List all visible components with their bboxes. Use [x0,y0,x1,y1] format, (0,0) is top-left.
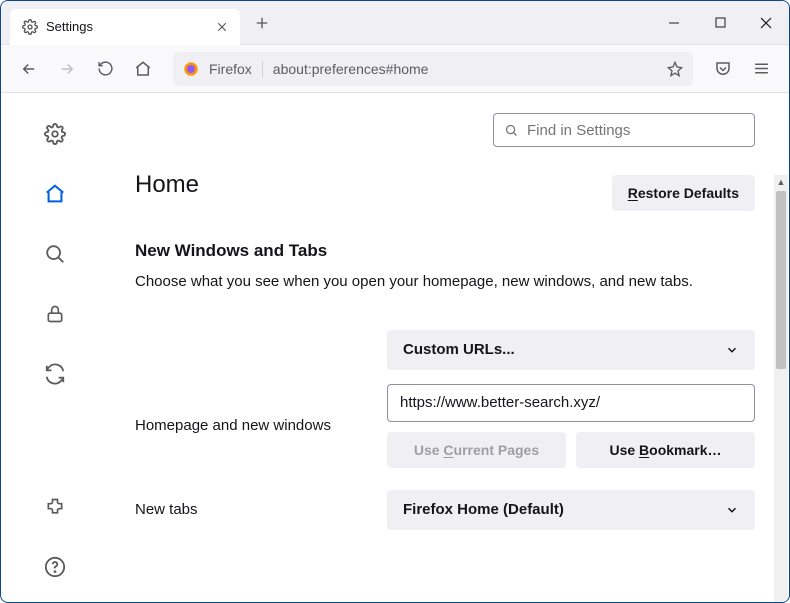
settings-search-input[interactable] [527,122,744,139]
use-bookmark-button[interactable]: Use Bookmark… [576,432,755,468]
select-value: Custom URLs... [403,341,515,358]
firefox-logo-icon [183,61,199,77]
sidebar-help[interactable] [38,550,72,584]
close-window-button[interactable] [743,1,789,45]
browser-window: Settings Firefox about:preferences#home [0,0,790,603]
titlebar: Settings [1,1,789,45]
close-icon[interactable] [214,19,230,35]
use-current-pages-button[interactable]: Use Current Pages [387,432,566,468]
bookmark-star-icon[interactable] [667,61,683,77]
chevron-down-icon [725,503,739,517]
tab-title: Settings [46,19,206,34]
new-tab-button[interactable] [248,9,276,37]
homepage-mode-select[interactable]: Custom URLs... [387,330,755,370]
gear-icon [22,19,38,35]
pocket-button[interactable] [707,53,739,85]
forward-button[interactable] [51,53,83,85]
homepage-url-row: Homepage and new windows Use Current Pag… [135,384,755,468]
newtabs-row: New tabs Firefox Home (Default) [135,490,755,530]
chevron-down-icon [725,343,739,357]
sidebar-sync[interactable] [38,357,72,391]
homepage-label: Homepage and new windows [135,417,387,434]
app-menu-button[interactable] [745,53,777,85]
window-controls [651,1,789,45]
url-text: about:preferences#home [273,61,657,77]
sidebar-home[interactable] [38,177,72,211]
restore-defaults-button[interactable]: Restore Defaults [612,175,755,211]
minimize-button[interactable] [651,1,697,45]
browser-tab[interactable]: Settings [10,9,240,45]
reload-button[interactable] [89,53,121,85]
scroll-up-arrow[interactable]: ▲ [774,175,788,189]
settings-search[interactable] [493,113,755,147]
settings-main: Home Restore Defaults New Windows and Ta… [109,93,789,602]
navigation-toolbar: Firefox about:preferences#home [1,45,789,93]
back-button[interactable] [13,53,45,85]
homepage-url-input[interactable] [387,384,755,422]
newtabs-select[interactable]: Firefox Home (Default) [387,490,755,530]
vertical-scrollbar[interactable]: ▲ [774,189,788,602]
sidebar-general[interactable] [38,117,72,151]
category-sidebar [1,93,109,602]
scrollbar-thumb[interactable] [776,191,786,369]
select-value: Firefox Home (Default) [403,501,564,518]
homepage-select-row: Custom URLs... [135,330,755,370]
sidebar-search[interactable] [38,237,72,271]
content-area: Home Restore Defaults New Windows and Ta… [1,93,789,602]
home-button[interactable] [127,53,159,85]
url-identity: Firefox [209,61,263,77]
url-bar[interactable]: Firefox about:preferences#home [173,52,693,86]
search-icon [504,123,519,138]
sidebar-extensions[interactable] [38,490,72,524]
section-heading: New Windows and Tabs [135,241,755,261]
maximize-button[interactable] [697,1,743,45]
newtabs-label: New tabs [135,501,387,518]
sidebar-privacy[interactable] [38,297,72,331]
section-description: Choose what you see when you open your h… [135,271,755,294]
